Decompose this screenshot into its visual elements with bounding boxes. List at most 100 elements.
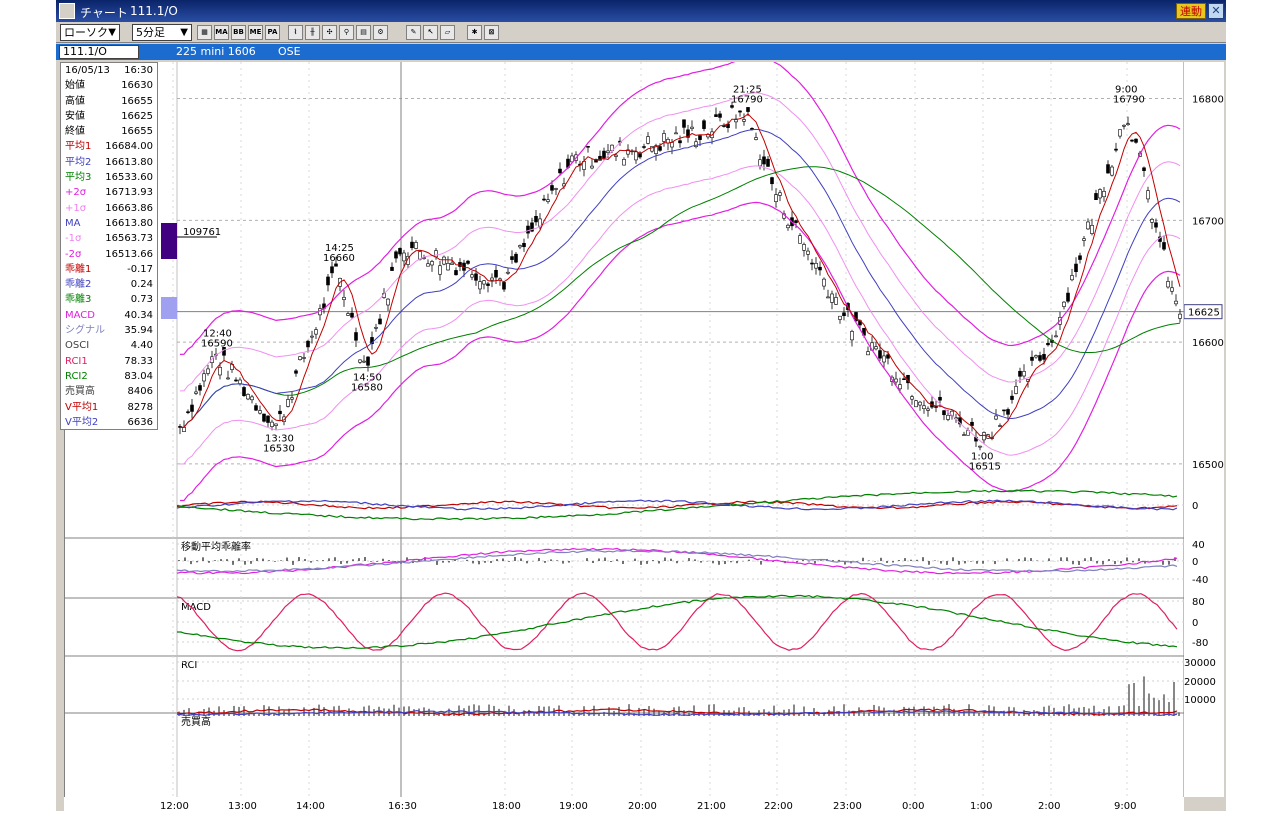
ma-icon[interactable]: MA	[214, 25, 229, 40]
candle-body	[882, 355, 886, 363]
info-label: OSCI	[65, 340, 90, 352]
settings-icon[interactable]: ⚙	[373, 25, 388, 40]
interval-value: 5分足	[136, 26, 165, 39]
eraser-icon[interactable]: ▱	[440, 25, 455, 40]
info-label: 乖離3	[65, 294, 92, 306]
candle-body	[1154, 222, 1158, 228]
cursor-icon[interactable]: ↖	[423, 25, 438, 40]
symbol-description: 225 mini 1606	[176, 45, 256, 58]
candle-body	[866, 351, 870, 356]
info-value: 16625	[121, 110, 153, 122]
kairi-tick-label: 0	[1192, 501, 1198, 512]
candle-body	[886, 354, 890, 359]
candle-body	[1034, 355, 1038, 358]
candle-body	[294, 370, 298, 374]
tool-icon[interactable]: ✱	[467, 25, 482, 40]
candle-body	[938, 396, 942, 401]
candle-body	[994, 415, 998, 420]
title-bar: チャート 111.1/O 連動 ✕	[56, 0, 1226, 22]
candle-body	[1178, 313, 1182, 319]
candle-body	[678, 140, 682, 144]
candle-body	[814, 262, 818, 269]
candle-body	[438, 265, 442, 275]
candle-body	[386, 298, 390, 306]
info-label: +2σ	[65, 187, 87, 199]
clear-icon[interactable]: ⊠	[484, 25, 499, 40]
info-row: V平均1 8278	[61, 400, 157, 415]
candle-body	[270, 421, 274, 427]
candle-body	[1078, 255, 1082, 260]
candle-body	[506, 271, 510, 274]
candle-body	[586, 145, 590, 148]
info-value: 16613.80	[105, 156, 153, 168]
symbol-bar: 111.1/O 225 mini 1606 OSE	[56, 44, 1226, 60]
candle-body	[774, 194, 778, 202]
close-icon[interactable]: ✕	[1208, 3, 1224, 19]
bb-lower1-line	[179, 165, 1181, 465]
info-label: シグナル	[65, 325, 105, 337]
candle-icon[interactable]: ╫	[305, 25, 320, 40]
candle-body	[1110, 166, 1114, 176]
candle-body	[1142, 167, 1146, 171]
search-icon[interactable]: ⚲	[339, 25, 354, 40]
time-tick-label: 16:30	[388, 801, 417, 812]
info-row: 平均1 16684.00	[61, 139, 157, 154]
info-row: RCI1 78.33	[61, 354, 157, 369]
candle-body	[326, 276, 330, 286]
candle-body	[894, 378, 898, 383]
candle-body	[698, 135, 702, 140]
candle-body	[946, 414, 950, 420]
candle-body	[602, 150, 606, 159]
info-label: 乖離2	[65, 279, 92, 291]
candle-body	[542, 198, 546, 201]
link-button[interactable]: 連動	[1176, 3, 1206, 19]
interval-select[interactable]: 5分足 ▼	[132, 24, 192, 41]
bb-icon[interactable]: BB	[231, 25, 246, 40]
candle-body	[822, 278, 826, 287]
grid-icon[interactable]: ▦	[197, 25, 212, 40]
info-label: -2σ	[65, 248, 82, 260]
candle-body	[818, 266, 822, 271]
candle-body	[358, 359, 362, 363]
chart-area[interactable]: 109761 12:40 16590 13:30 16530 14:25 16660 14:5…	[64, 55, 1185, 797]
candle-body	[514, 253, 518, 263]
candle-body	[198, 385, 202, 391]
me-icon[interactable]: ME	[248, 25, 263, 40]
info-value: 6636	[127, 416, 153, 428]
candle-body	[306, 340, 310, 348]
candle-body	[1086, 221, 1090, 230]
info-label: +1σ	[65, 202, 87, 214]
candle-body	[1146, 190, 1150, 200]
table-icon[interactable]: ▤	[356, 25, 371, 40]
info-datetime: 16/05/13 16:30	[61, 63, 157, 78]
info-date: 16/05/13	[65, 65, 110, 76]
candle-body	[1022, 371, 1026, 377]
macd-tick-label: 40	[1192, 540, 1205, 551]
candle-body	[690, 126, 694, 129]
candle-body	[342, 296, 346, 301]
symbol-input[interactable]: 111.1/O	[59, 45, 139, 59]
info-row: 平均2 16613.80	[61, 155, 157, 170]
candle-body	[1090, 225, 1094, 234]
candle-body	[394, 251, 398, 259]
info-label: 乖離1	[65, 263, 92, 275]
info-value: 83.04	[124, 370, 153, 382]
candle-body	[758, 159, 762, 167]
zoom-icon[interactable]: ✣	[322, 25, 337, 40]
candle-body	[466, 260, 470, 264]
candle-body	[482, 280, 486, 285]
annotation-price: 16790	[731, 95, 763, 106]
candle-body	[874, 346, 878, 350]
pa-icon[interactable]: PA	[265, 25, 280, 40]
candle-body	[1102, 191, 1106, 198]
symbol-exchange: OSE	[278, 45, 301, 58]
info-label: RCI1	[65, 355, 88, 367]
info-value: 16513.66	[105, 248, 153, 260]
line-chart-icon[interactable]: ⌇	[288, 25, 303, 40]
info-value: 16630	[121, 80, 153, 92]
info-row: 売買高 8406	[61, 384, 157, 399]
pen-icon[interactable]: ✎	[406, 25, 421, 40]
info-label: MA	[65, 217, 81, 229]
candle-body	[642, 146, 646, 148]
chart-type-select[interactable]: ローソク ▼	[60, 24, 120, 41]
